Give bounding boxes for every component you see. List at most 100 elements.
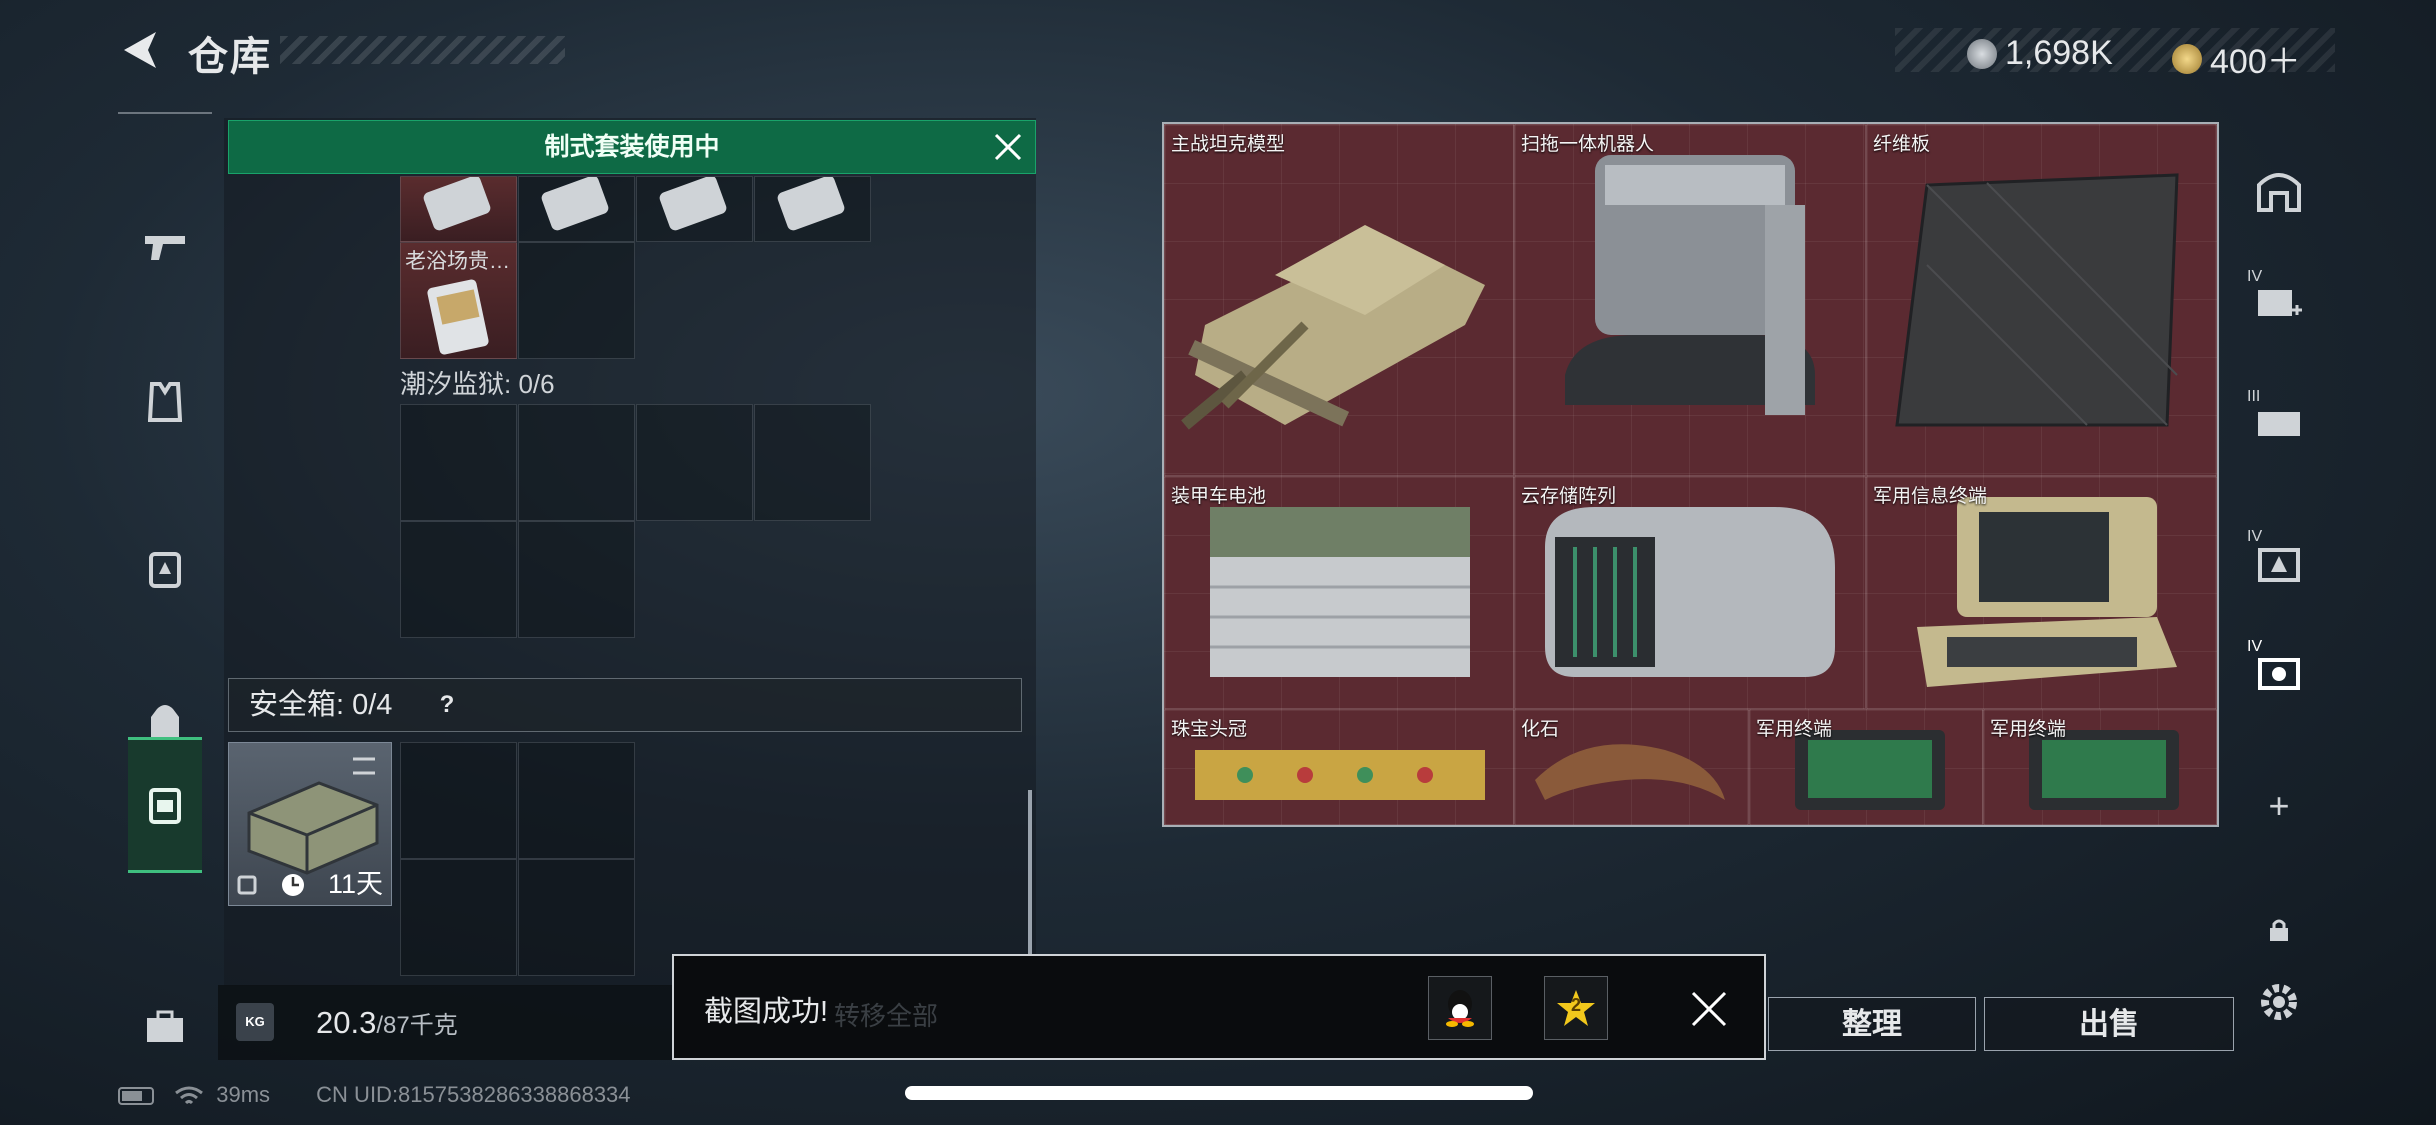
- weight-max: /87千克: [376, 1012, 458, 1039]
- inventory-slot[interactable]: [518, 521, 635, 638]
- inventory-slot[interactable]: [754, 175, 871, 242]
- weight-bar: KG 20.3/87千克: [218, 985, 678, 1060]
- safe-box-label: 安全箱: 0/4: [249, 689, 393, 721]
- inventory-slot[interactable]: [400, 175, 517, 242]
- storage-item[interactable]: 云存储阵列: [1514, 476, 1866, 709]
- category-tools[interactable]: [118, 962, 212, 1092]
- currency-bar: 1,698K 400＋: [1895, 28, 2335, 81]
- storage-tab-collectibles[interactable]: IV: [2237, 632, 2321, 712]
- storage-tab-main[interactable]: [2237, 150, 2321, 230]
- inventory-slot[interactable]: [400, 404, 517, 521]
- armored-vehicle-battery-icon: [1210, 507, 1470, 677]
- warehouse-icon: [2257, 173, 2301, 212]
- tier-label: IV: [2247, 528, 2263, 545]
- plus-icon: +: [2268, 785, 2290, 826]
- item-name: 扫拖一体机器人: [1521, 134, 1655, 155]
- item-name: 军用终端: [1990, 719, 2067, 740]
- kit-in-use-banner: 制式套装使用中: [228, 120, 1036, 174]
- storage-item[interactable]: 军用终端: [1749, 709, 1983, 825]
- item-name: 珠宝头冠: [1171, 719, 1248, 740]
- sell-button[interactable]: 出售: [1984, 997, 2234, 1051]
- section-label: 潮汐监狱: 0/6: [400, 369, 555, 399]
- category-weapon[interactable]: [118, 182, 212, 312]
- inventory-slot[interactable]: [636, 404, 753, 521]
- key-card-icon: [777, 175, 845, 231]
- weight-icon: KG: [236, 1003, 274, 1041]
- safe-case-item[interactable]: 11天: [228, 742, 392, 906]
- storage-item[interactable]: 军用信息终端: [1866, 476, 2217, 709]
- wifi-icon: [175, 1086, 204, 1105]
- home-indicator[interactable]: [905, 1086, 1533, 1100]
- close-icon: [994, 133, 1022, 161]
- storage-item[interactable]: 化石: [1514, 709, 1749, 825]
- storage-tab-armor[interactable]: IV: [2237, 522, 2321, 602]
- key-card-icon: [659, 175, 727, 231]
- share-qq-button[interactable]: [1428, 976, 1492, 1040]
- safe-box-slot[interactable]: [518, 742, 635, 859]
- storage-tab-medical[interactable]: IV: [2237, 262, 2321, 342]
- uid-text: CN UID:8157538286338868334: [316, 1082, 631, 1107]
- cloud-storage-array-icon: [1545, 507, 1835, 677]
- case-expiry-days: 11天: [327, 869, 383, 899]
- ammo-box-icon: [2258, 412, 2300, 436]
- sort-button[interactable]: 整理: [1768, 997, 1976, 1051]
- status-bar: 39ms CN UID:8157538286338868334: [118, 1082, 631, 1108]
- currency-silver-value: 1,698K: [2005, 34, 2113, 72]
- currency-silver[interactable]: 1,698K: [1967, 34, 2113, 73]
- help-button[interactable]: ?: [429, 687, 465, 723]
- storage-item[interactable]: 扫拖一体机器人: [1514, 124, 1866, 476]
- inventory-slot[interactable]: [518, 404, 635, 521]
- safe-box-slot[interactable]: [400, 742, 517, 859]
- qzone-badge: 2: [1571, 995, 1582, 1015]
- safe-box-header: 安全箱: 0/4 ?: [228, 678, 1022, 732]
- tier-label: IV: [2247, 638, 2263, 655]
- storage-item[interactable]: 主战坦克模型: [1164, 124, 1514, 476]
- page-title: 仓库: [188, 35, 272, 79]
- storage-item[interactable]: 装甲车电池: [1164, 476, 1514, 709]
- inventory-slot[interactable]: [518, 242, 635, 359]
- item-name: 装甲车电池: [1171, 486, 1267, 507]
- inventory-slot[interactable]: [518, 175, 635, 242]
- coin-gold-icon: [2172, 43, 2202, 74]
- settings-button[interactable]: [2237, 962, 2321, 1042]
- title-decoration: [280, 36, 565, 64]
- battery-icon: [118, 1087, 154, 1106]
- move-all-button-label: 转移全部: [834, 1001, 939, 1031]
- category-armor[interactable]: [118, 337, 212, 467]
- share-qzone-button[interactable]: 2: [1544, 976, 1608, 1040]
- key-card-icon: [423, 175, 491, 231]
- kit-banner-close-button[interactable]: [993, 132, 1023, 162]
- storage-item[interactable]: 珠宝头冠: [1164, 709, 1514, 825]
- case-icon: [149, 788, 181, 824]
- inventory-slot[interactable]: [400, 521, 517, 638]
- tier-label: III: [2247, 388, 2261, 405]
- category-rig[interactable]: [118, 504, 212, 634]
- safe-box-slot[interactable]: [518, 859, 635, 976]
- item-name: 化石: [1521, 719, 1560, 740]
- toast-close-button[interactable]: [1690, 990, 1728, 1028]
- safe-box-slot[interactable]: [400, 859, 517, 976]
- military-info-terminal-icon: [1917, 497, 2177, 687]
- back-button[interactable]: [118, 28, 162, 72]
- category-safe-case[interactable]: [128, 737, 202, 873]
- inventory-slot[interactable]: [754, 404, 871, 521]
- inventory-slot[interactable]: [636, 175, 753, 242]
- currency-gold[interactable]: 400＋: [2172, 34, 2301, 83]
- item-name: 军用终端: [1756, 719, 1833, 740]
- toast-message: 截图成功!: [704, 996, 829, 1028]
- currency-gold-value: 400＋: [2210, 43, 2301, 81]
- storage-item[interactable]: 军用终端: [1983, 709, 2217, 825]
- storage-tab-ammo[interactable]: III: [2237, 382, 2321, 462]
- weight-readout: 20.3/87千克: [316, 1005, 458, 1041]
- storage-tabs-rail: IV III IV IV +: [2237, 122, 2321, 1027]
- tier-label: IV: [2247, 268, 2263, 285]
- close-icon: [1691, 991, 1727, 1027]
- add-storage-tab-button[interactable]: +: [2237, 766, 2321, 846]
- medkit-icon: [2258, 290, 2302, 316]
- inventory-slot[interactable]: 老浴场贵…: [400, 242, 517, 359]
- storage-item[interactable]: 纤维板: [1866, 124, 2217, 476]
- key-card-icon: [541, 175, 609, 231]
- robot-vacuum-station-icon: [1565, 155, 1815, 415]
- coin-silver-icon: [1967, 38, 1997, 69]
- screenshot-toast: 转移全部 截图成功! 2: [672, 954, 1766, 1060]
